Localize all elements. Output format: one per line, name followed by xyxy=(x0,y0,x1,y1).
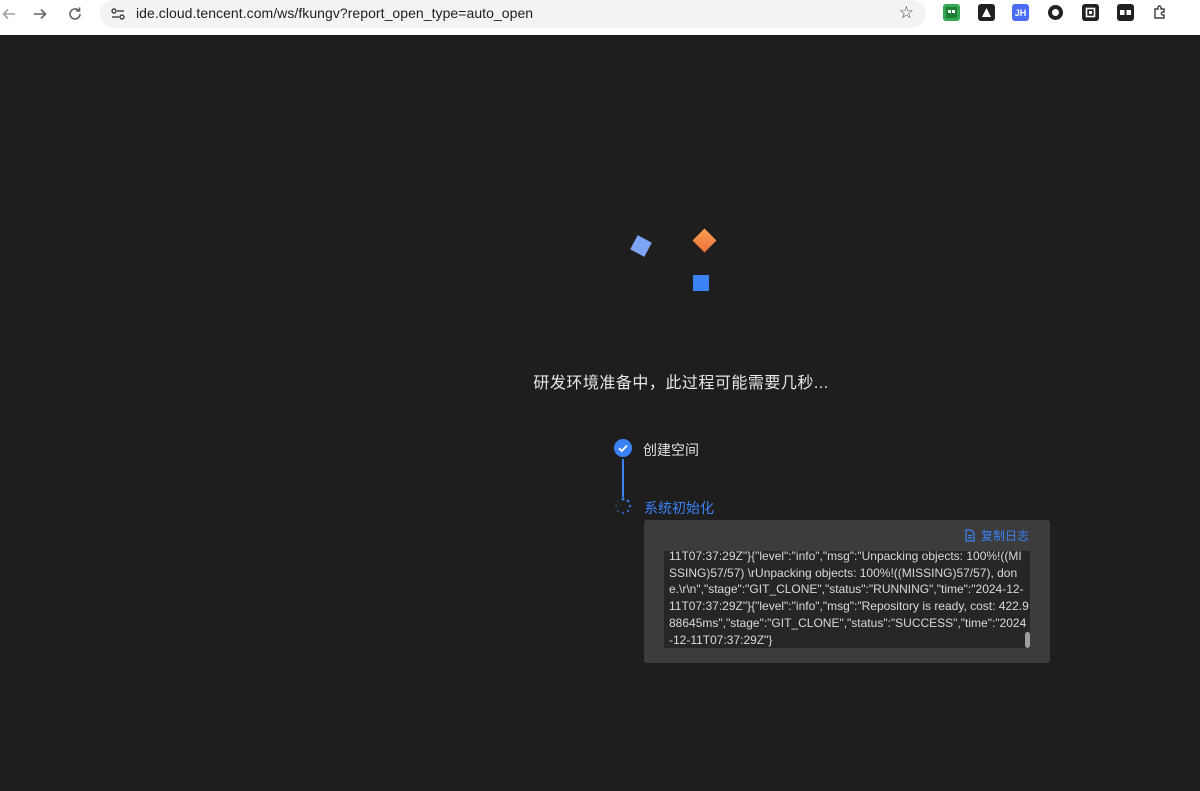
step-create-space: 创建空间 xyxy=(643,442,699,458)
address-bar[interactable]: ide.cloud.tencent.com/ws/fkungv?report_o… xyxy=(100,0,926,28)
log-scrollbar-thumb[interactable] xyxy=(1025,632,1030,648)
extensions-puzzle-icon[interactable] xyxy=(1152,4,1169,21)
log-text: 11T07:37:29Z"}{"level":"info","msg":"Unp… xyxy=(669,551,1029,647)
ext-jh-icon[interactable]: JH xyxy=(1012,4,1029,21)
loading-heading: 研发环境准备中，此过程可能需要几秒... xyxy=(533,375,829,392)
ext-mask-icon[interactable] xyxy=(1117,4,1134,21)
copy-log-button[interactable]: 复制日志 xyxy=(964,527,1029,544)
ext-jh-label: JH xyxy=(1014,7,1027,18)
ext-triangle-icon[interactable] xyxy=(978,4,995,21)
copy-log-label: 复制日志 xyxy=(980,529,1029,543)
browser-toolbar: ide.cloud.tencent.com/ws/fkungv?report_o… xyxy=(0,0,1200,35)
check-circle-icon xyxy=(614,439,632,457)
ext-square-icon[interactable] xyxy=(1082,4,1099,21)
ext-circle-icon[interactable] xyxy=(1047,4,1064,21)
forward-arrow-icon[interactable] xyxy=(29,3,51,25)
logo-shape-blue xyxy=(693,275,709,291)
site-info-icon[interactable] xyxy=(109,5,127,23)
back-arrow-icon[interactable] xyxy=(0,3,20,25)
logo-shape-orange xyxy=(692,228,717,253)
log-output[interactable]: 11T07:37:29Z"}{"level":"info","msg":"Unp… xyxy=(664,551,1030,648)
log-panel: 复制日志 11T07:37:29Z"}{"level":"info","msg"… xyxy=(644,520,1050,663)
loading-spinner-icon xyxy=(614,497,632,515)
step-system-init: 系统初始化 xyxy=(644,500,714,516)
url-text[interactable]: ide.cloud.tencent.com/ws/fkungv?report_o… xyxy=(136,5,533,21)
bookmark-star-icon[interactable]: ☆ xyxy=(899,3,914,23)
logo-shape-light-blue xyxy=(630,235,652,257)
step-connector xyxy=(622,459,624,497)
reload-icon[interactable] xyxy=(64,3,86,25)
ext-green-icon[interactable] xyxy=(943,4,960,21)
document-icon xyxy=(965,529,975,542)
